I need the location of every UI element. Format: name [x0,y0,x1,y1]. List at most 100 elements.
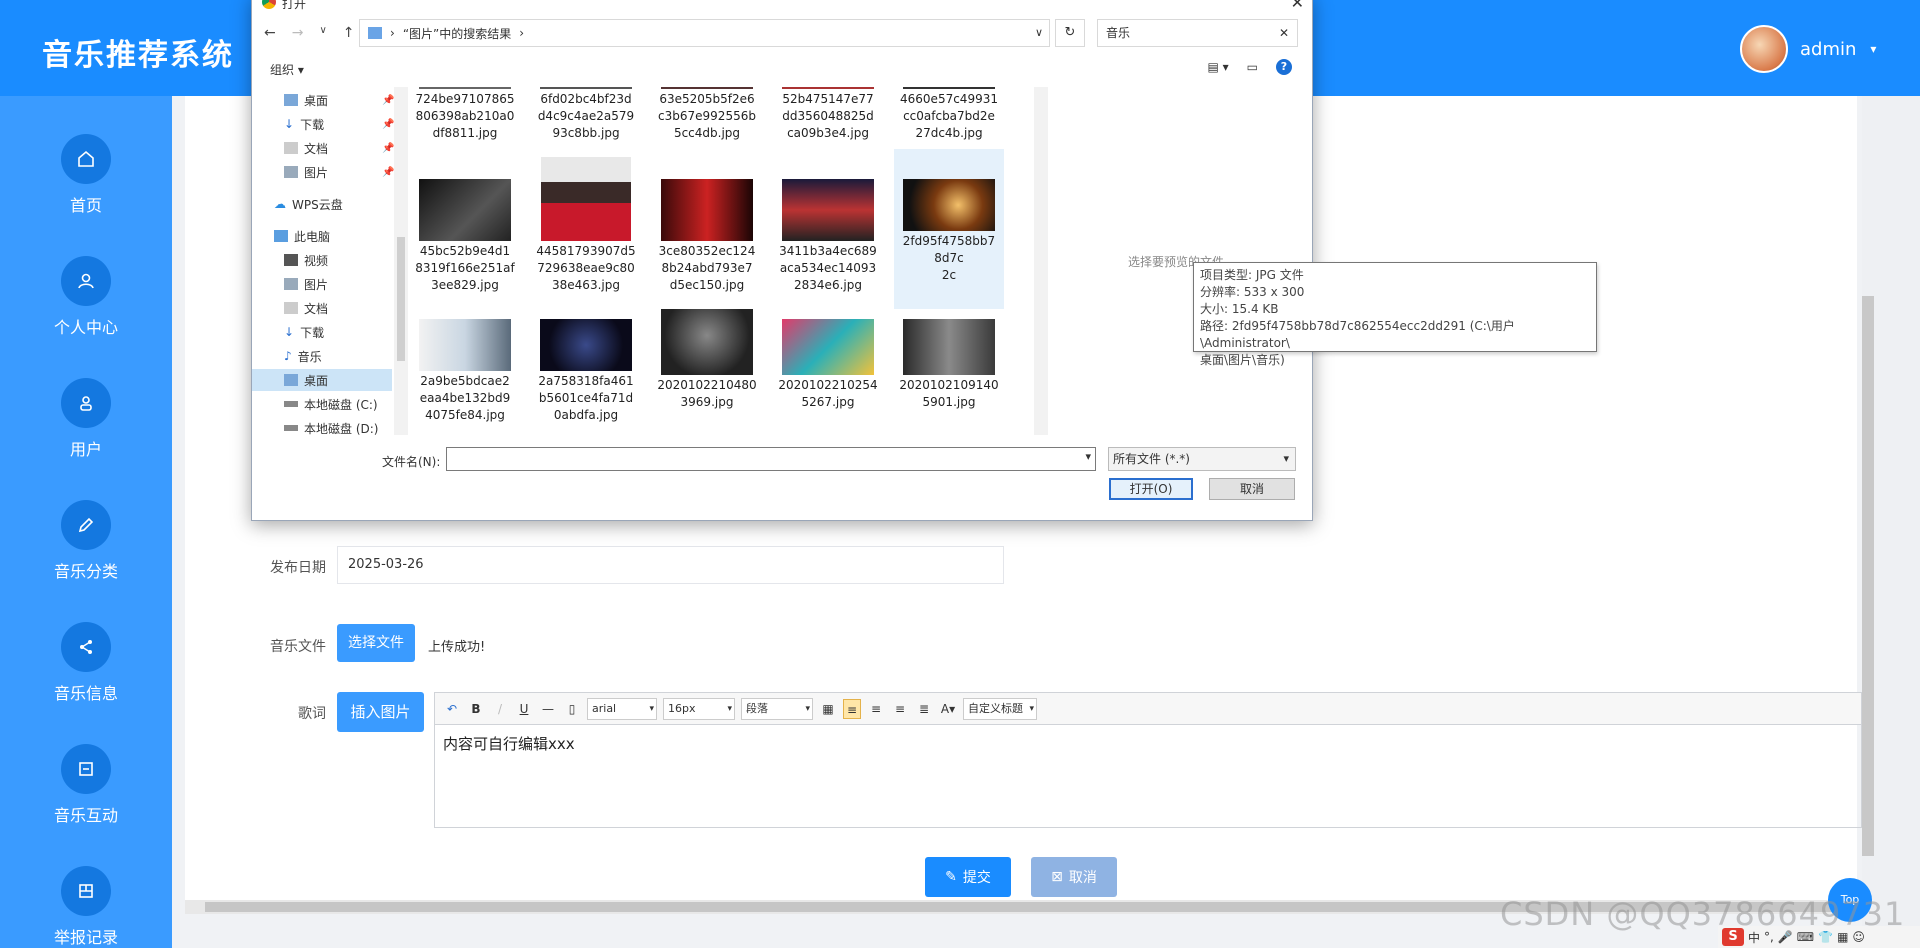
file-item[interactable]: 2a758318fa461 b5601ce4fa71d 0abdfa.jpg [531,309,641,424]
view-mode-icon[interactable]: ▤ ▾ [1207,60,1228,74]
help-icon[interactable]: ? [1276,59,1292,75]
sidebar-item-label: 个人中心 [53,318,118,337]
bold-icon[interactable]: B [467,699,485,719]
user-menu[interactable]: admin ▾ [1740,25,1876,73]
sidebar-item-home[interactable]: 首页 [0,134,172,216]
sidebar-item-personal-center[interactable]: 个人中心 [0,256,172,338]
tooltip-size: 大小: 15.4 KB [1200,302,1279,316]
file-item[interactable]: 2020102210480 3969.jpg [652,309,762,411]
search-input[interactable]: 音乐 ✕ [1097,19,1298,47]
file-item[interactable]: 44581793907d5 729638eae9c80 38e463.jpg [531,157,641,294]
file-grid-scrollbar[interactable] [1034,87,1048,435]
align-left-icon[interactable]: ≡ [843,698,861,719]
align-justify-icon[interactable]: ≣ [915,699,933,719]
font-size-select[interactable]: 16px [663,697,735,720]
sidebar-item-label: 首页 [69,196,102,215]
tree-item-documents[interactable]: 文档 📌 [284,137,394,159]
drive-icon [284,401,298,407]
grid-icon[interactable]: ▦ [1837,930,1848,944]
release-date-input[interactable]: 2025-03-26 [337,546,1004,584]
page-scrollbar[interactable] [1862,96,1920,948]
italic-icon[interactable]: / [491,699,509,719]
file-item[interactable]: 4660e57c49931 cc0afcba7bd2e 27dc4b.jpg [894,87,1004,142]
file-item[interactable]: 2020102109140 5901.jpg [894,309,1004,411]
align-right-icon[interactable]: ≡ [867,699,885,719]
scrollbar-thumb[interactable] [1862,296,1874,856]
refresh-icon[interactable]: ↻ [1055,19,1085,47]
font-color-icon[interactable]: A▾ [939,699,957,719]
shirt-icon[interactable]: 👕 [1818,930,1833,944]
up-arrow-icon[interactable]: ↑ [343,25,355,41]
sidebar-item-report-records[interactable]: 举报记录 [0,866,172,948]
microphone-icon[interactable]: 🎤 [1778,930,1793,944]
tree-item-music[interactable]: ♪ 音乐 [284,345,322,367]
scrollbar-thumb[interactable] [397,237,405,361]
file-item[interactable]: 6fd02bc4bf23d d4c9c4ae2a579 93c8bb.jpg [531,87,641,142]
user-name[interactable]: admin [1800,39,1856,60]
sogou-icon[interactable]: S [1722,928,1744,946]
tree-item-desktop[interactable]: 桌面 📌 [284,89,394,111]
ime-indicator[interactable]: 中 [1748,929,1760,946]
tree-item-downloads[interactable]: ↓ 下载 📌 [284,113,394,135]
clear-icon[interactable]: ✕ [1279,20,1289,46]
organize-menu[interactable]: 组织 ▾ [270,61,304,78]
file-item[interactable]: 2020102210254 5267.jpg [773,309,883,411]
preview-pane-icon[interactable]: ▭ [1247,60,1258,74]
tree-item-drive-c[interactable]: 本地磁盘 (C:) [284,393,378,415]
tree-item-documents[interactable]: 文档 [284,297,328,319]
sidebar-item-music-interaction[interactable]: 音乐互动 [0,744,172,826]
filetype-select[interactable]: 所有文件 (*.*) [1108,447,1296,471]
search-value[interactable]: 音乐 [1106,26,1130,40]
tree-item-desktop[interactable]: 桌面 [252,369,392,391]
undo-icon[interactable]: ↶ [443,699,461,719]
lyrics-editor[interactable]: ↶ B / U — ▯ arial 16px 段落 ▦ ≡ ≡ ≡ ≣ A▾ 自… [434,692,1862,828]
insert-image-button[interactable]: 插入图片 [337,692,424,732]
tree-item-videos[interactable]: 视频 [284,249,328,271]
chevron-down-icon[interactable]: ∨ [319,25,326,41]
file-item[interactable]: 52b475147e77 dd356048825d ca09b3e4.jpg [773,87,883,142]
underline-icon[interactable]: U [515,699,533,719]
filename-input[interactable] [446,447,1096,471]
forward-arrow-icon[interactable]: → [292,25,304,41]
sidebar-item-music-category[interactable]: 音乐分类 [0,500,172,582]
punctuation-icon[interactable]: °, [1764,930,1774,944]
tree-item-wps-cloud[interactable]: ☁ WPS云盘 [274,193,343,215]
file-item-selected[interactable]: 2fd95f4758bb7 8d7c 2c [894,149,1004,309]
chevron-down-icon[interactable]: ▾ [1870,42,1876,56]
smile-icon[interactable]: ☺ [1852,930,1865,944]
table-icon[interactable]: ▦ [819,699,837,719]
tree-item-drive-d[interactable]: 本地磁盘 (D:) [284,417,378,439]
align-center-icon[interactable]: ≡ [891,699,909,719]
submit-button[interactable]: ✎ 提交 [925,857,1011,897]
chevron-down-icon[interactable]: ∨ [1035,26,1043,39]
paragraph-select[interactable]: 段落 [741,697,813,720]
file-item[interactable]: 724be97107865 806398ab210a0 df8811.jpg [410,87,520,142]
keyboard-icon[interactable]: ⌨ [1797,930,1814,944]
file-item[interactable]: 2a9be5bdcae2 eaa4be132bd9 4075fe84.jpg [410,309,520,424]
sidebar-item-music-info[interactable]: 音乐信息 [0,622,172,704]
avatar[interactable] [1740,25,1788,73]
address-bar[interactable]: › “图片”中的搜索结果 › ∨ [359,19,1050,47]
page-icon[interactable]: ▯ [563,699,581,719]
tree-item-downloads[interactable]: ↓ 下载 [284,321,324,343]
open-button[interactable]: 打开(O) [1109,478,1193,500]
dialog-cancel-button[interactable]: 取消 [1209,478,1295,500]
tree-item-this-pc[interactable]: 此电脑 [274,225,330,247]
file-item[interactable]: 3411b3a4ec689 aca534ec14093 2834e6.jpg [773,157,883,294]
choose-file-button[interactable]: 选择文件 [337,624,415,662]
font-family-select[interactable]: arial [587,697,657,720]
horizontal-rule-icon[interactable]: — [539,699,557,719]
editor-content[interactable]: 内容可自行编辑xxx [435,725,1861,762]
file-item[interactable]: 45bc52b9e4d1 8319f166e251af 3ee829.jpg [410,157,520,294]
tree-item-pictures[interactable]: 图片 📌 [284,161,394,183]
breadcrumb[interactable]: “图片”中的搜索结果 [403,25,511,42]
custom-title-select[interactable]: 自定义标题 [963,697,1037,720]
file-item[interactable]: 63e5205b5f2e6 c3b67e992556b 5cc4db.jpg [652,87,762,142]
tree-item-pictures[interactable]: 图片 [284,273,328,295]
cancel-button[interactable]: ⊠ 取消 [1031,857,1117,897]
back-arrow-icon[interactable]: ← [264,25,276,41]
file-item[interactable]: 3ce80352ec124 8b24abd793e7 d5ec150.jpg [652,157,762,294]
sidebar-item-users[interactable]: 用户 [0,378,172,460]
tree-scrollbar[interactable] [394,87,408,435]
close-icon[interactable]: ✕ [1291,0,1304,12]
